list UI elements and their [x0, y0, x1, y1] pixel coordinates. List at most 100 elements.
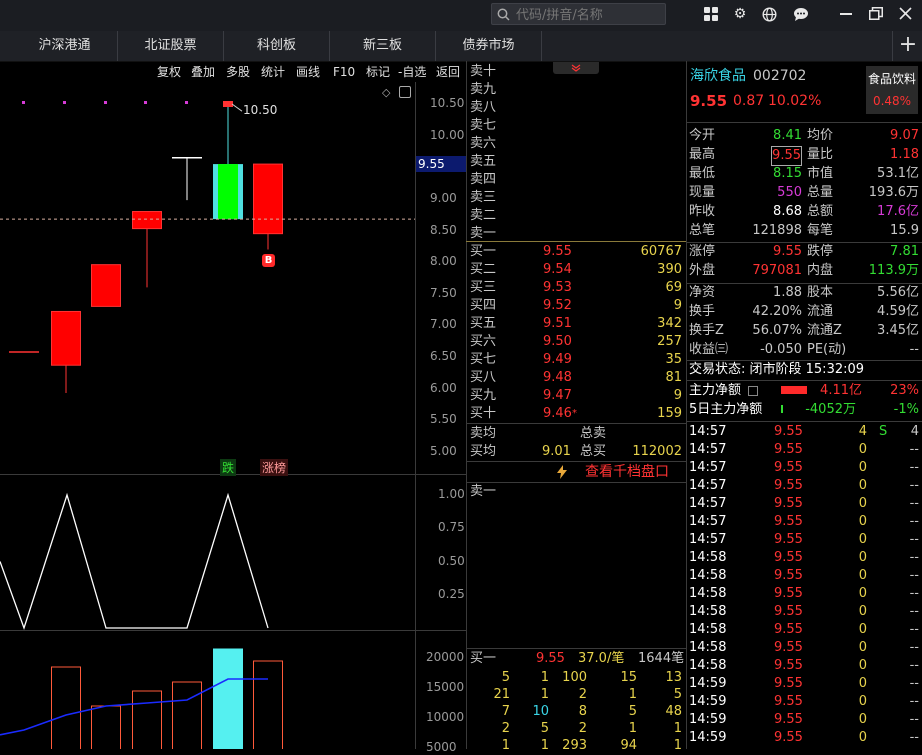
main5-net-label: 5日主力净额 [689, 402, 763, 417]
close-icon[interactable] [899, 7, 912, 20]
candle[interactable] [132, 211, 162, 288]
collapse-orderbook-button[interactable] [553, 62, 599, 74]
bid-level-price: 9.53 [543, 280, 572, 295]
candle[interactable] [51, 310, 81, 394]
tick-row[interactable]: 14:57 9.55 0 -- [686, 513, 922, 531]
title-bar: ⚙ [0, 0, 922, 31]
ask-level-label[interactable]: 卖五 [470, 153, 496, 171]
tab-hushen-ganggtong[interactable]: 沪深港通 [12, 31, 118, 61]
tab-kechuang[interactable]: 科创板 [224, 31, 330, 61]
tick-row[interactable]: 14:57 9.55 4 S 4 [686, 423, 922, 441]
main-net-bar [781, 386, 807, 394]
grid-menu-icon[interactable] [704, 7, 718, 21]
tick-row[interactable]: 14:57 9.55 0 -- [686, 495, 922, 513]
bid-level-label[interactable]: 买六 [470, 333, 496, 351]
candle[interactable] [172, 157, 202, 201]
bid1-queue-cell: 1 [673, 738, 682, 753]
bid-level-price: 9.55 [543, 244, 572, 259]
trade-status: 交易状态: 闭市阶段 15:32:09 [689, 362, 865, 377]
tab-xinsanban[interactable]: 新三板 [330, 31, 436, 61]
tick-row[interactable]: 14:59 9.55 0 -- [686, 675, 922, 693]
search-input[interactable] [514, 5, 666, 25]
tick-row[interactable]: 14:58 9.55 0 -- [686, 603, 922, 621]
list-icon[interactable] [748, 386, 758, 396]
ask-level-label[interactable]: 卖三 [470, 189, 496, 207]
bid1-queue-cell: 21 [493, 687, 510, 702]
bid-level-label[interactable]: 买一 [470, 243, 496, 261]
stat-label: 换手 [689, 304, 716, 319]
tick-price: 9.55 [774, 712, 803, 727]
bid-level-label[interactable]: 买八 [470, 369, 496, 387]
overlay-button[interactable]: 叠加 [191, 62, 215, 82]
tick-price: 9.55 [774, 550, 803, 565]
mark-button[interactable]: 标记 [366, 62, 390, 82]
ask-level-label[interactable]: 卖二 [470, 207, 496, 225]
tick-row[interactable]: 14:58 9.55 0 -- [686, 585, 922, 603]
tick-row[interactable]: 14:58 9.55 0 -- [686, 621, 922, 639]
bid-level-label[interactable]: 买五 [470, 315, 496, 333]
back-button[interactable]: 返回 [436, 62, 460, 82]
fullscreen-icon[interactable] [399, 86, 411, 98]
bid1-queue-cell: 5 [673, 687, 682, 702]
tick-row[interactable]: 14:57 9.55 0 -- [686, 459, 922, 477]
ask-level-label[interactable]: 卖七 [470, 117, 496, 135]
buy-mark-badge[interactable]: B [262, 254, 275, 267]
sector-box[interactable]: 食品饮料 0.48% [866, 66, 918, 114]
tick-row[interactable]: 14:59 9.55 0 -- [686, 693, 922, 711]
bid1-queue-cell: 5 [540, 721, 549, 736]
tick-row[interactable]: 14:58 9.55 0 -- [686, 549, 922, 567]
tick-row[interactable]: 14:57 9.55 0 -- [686, 477, 922, 495]
remove-watchlist-button[interactable]: -自选 [398, 62, 426, 82]
add-tab-icon[interactable]: + [892, 31, 922, 61]
tick-row[interactable]: 14:57 9.55 0 -- [686, 531, 922, 549]
stat-label: 总笔 [689, 223, 716, 238]
tick-row[interactable]: 14:58 9.55 0 -- [686, 639, 922, 657]
diamond-icon[interactable]: ◇ [382, 86, 390, 99]
ask-level-label[interactable]: 卖八 [470, 99, 496, 117]
ask-level-label[interactable]: 卖四 [470, 171, 496, 189]
tick-row[interactable]: 14:57 9.55 0 -- [686, 441, 922, 459]
stats-button[interactable]: 统计 [261, 62, 285, 82]
kline-chart[interactable] [0, 82, 466, 749]
tab-beizheng[interactable]: 北证股票 [118, 31, 224, 61]
bid-level-label[interactable]: 买七 [470, 351, 496, 369]
search-box[interactable] [491, 3, 666, 25]
fuquan-button[interactable]: 复权 [157, 62, 181, 82]
bid-level-volume: 69 [665, 280, 682, 295]
chat-icon[interactable] [793, 7, 809, 22]
tick-row[interactable]: 14:58 9.55 0 -- [686, 657, 922, 675]
stat-label: 今开 [689, 128, 716, 143]
bid-level-label[interactable]: 买四 [470, 297, 496, 315]
restore-icon[interactable] [869, 7, 883, 20]
gear-icon[interactable]: ⚙ [731, 5, 749, 23]
tick-row[interactable]: 14:59 9.55 0 -- [686, 711, 922, 729]
ask-level-label[interactable]: 卖六 [470, 135, 496, 153]
minimize-icon[interactable] [840, 13, 852, 16]
tick-price: 9.55 [774, 676, 803, 691]
ask-level-label[interactable]: 卖九 [470, 81, 496, 99]
multi-stock-button[interactable]: 多股 [226, 62, 250, 82]
volume-tick-label: 15000 [426, 680, 465, 694]
tick-time: 14:57 [689, 442, 727, 457]
volume-tick-label: 10000 [426, 710, 465, 724]
tick-row[interactable]: 14:58 9.55 0 -- [686, 567, 922, 585]
globe-icon[interactable] [762, 7, 777, 22]
tab-zhaiquan[interactable]: 债券市场 [436, 31, 542, 61]
stock-name[interactable]: 海欣食品 [690, 67, 746, 85]
f10-button[interactable]: F10 [333, 62, 355, 82]
candle[interactable] [253, 163, 283, 250]
stat-value: 17.6亿 [877, 204, 919, 219]
ask-level-label[interactable]: 卖十 [470, 63, 496, 81]
bid-level-label[interactable]: 买二 [470, 261, 496, 279]
bid-level-label[interactable]: 买十 [470, 405, 496, 423]
view-qiandang-link[interactable]: 查看千档盘口 [585, 463, 669, 481]
tick-row[interactable]: 14:59 9.55 0 -- [686, 729, 922, 747]
candle[interactable] [91, 264, 121, 307]
bid1-queue-cell: 2 [501, 721, 510, 736]
bid-level-label[interactable]: 买三 [470, 279, 496, 297]
bid-level-label[interactable]: 买九 [470, 387, 496, 405]
draw-line-button[interactable]: 画线 [296, 62, 320, 82]
candle[interactable] [213, 104, 243, 220]
indicator-line [0, 492, 269, 631]
bid1-queue-cell: 94 [620, 738, 637, 753]
